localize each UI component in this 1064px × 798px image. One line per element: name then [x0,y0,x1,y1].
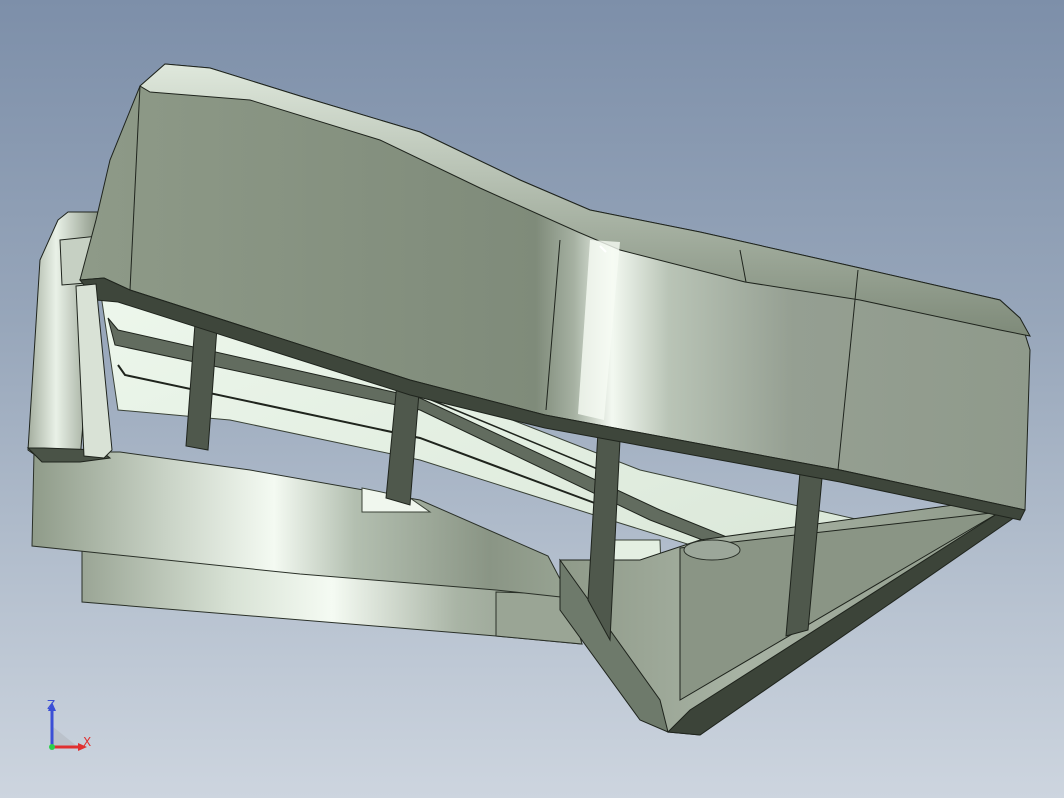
3d-viewport[interactable]: Z X [0,0,1064,798]
axis-triad: Z X [38,696,98,756]
cad-model[interactable] [0,0,1064,798]
z-axis-label: Z [47,698,56,712]
x-axis-label: X [83,735,92,749]
